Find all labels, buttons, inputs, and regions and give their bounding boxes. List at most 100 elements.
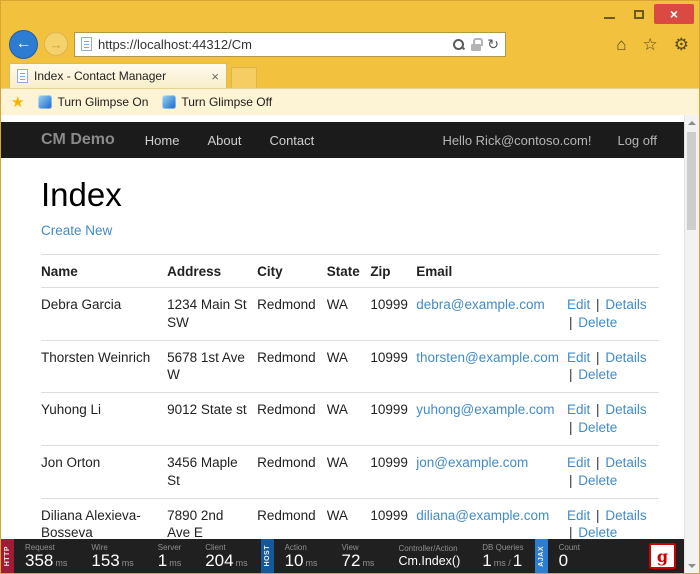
cell-email: debra@example.com [416, 288, 567, 341]
main-content: Index Create New Name Address City State… [1, 176, 699, 551]
minimize-icon [604, 17, 615, 19]
cell-state: WA [327, 393, 371, 446]
lock-icon [471, 38, 481, 51]
refresh-icon[interactable]: ↻ [487, 37, 499, 51]
browser-tab[interactable]: Index - Contact Manager × [9, 63, 227, 88]
new-tab-button[interactable] [231, 67, 257, 88]
glimpse-metric-server: Server 1ms [147, 539, 194, 573]
glimpse-host-tab[interactable]: HOST [261, 539, 274, 573]
close-icon: × [670, 6, 678, 22]
favorite-turn-glimpse-off[interactable]: Turn Glimpse Off [162, 95, 272, 109]
favorite-turn-glimpse-on[interactable]: Turn Glimpse On [38, 95, 148, 109]
scrollbar-down-arrow[interactable] [685, 558, 699, 573]
nav-link-about[interactable]: About [207, 133, 241, 148]
action-separator: | [569, 367, 573, 382]
nav-link-home[interactable]: Home [145, 133, 180, 148]
edit-link[interactable]: Edit [567, 350, 590, 365]
metric-value: 72 [342, 551, 361, 570]
details-link[interactable]: Details [605, 297, 646, 312]
email-link[interactable]: jon@example.com [416, 455, 528, 470]
metric-value: 358 [25, 551, 53, 570]
contacts-table: Name Address City State Zip Email Debra … [41, 254, 659, 551]
cell-city: Redmond [257, 393, 327, 446]
create-new-link[interactable]: Create New [41, 223, 112, 238]
row-actions: Edit | Details | Delete [567, 445, 659, 498]
glimpse-spacer [591, 539, 649, 573]
glimpse-http-tab[interactable]: HTTP [1, 539, 14, 573]
cell-city: Redmond [257, 288, 327, 341]
cell-name: Debra Garcia [41, 288, 167, 341]
glimpse-metric-wire: Wire 153ms [80, 539, 146, 573]
glimpse-bookmarklet-icon [38, 95, 52, 109]
email-link[interactable]: yuhong@example.com [416, 402, 554, 417]
vertical-scrollbar[interactable] [684, 115, 699, 573]
glimpse-bookmarklet-icon [162, 95, 176, 109]
cell-name: Thorsten Weinrich [41, 340, 167, 393]
forward-button[interactable]: → [44, 32, 68, 56]
glimpse-logo-button[interactable]: g [649, 543, 676, 569]
favorites-icon[interactable]: ☆ [643, 36, 658, 53]
brand-link[interactable]: CM Demo [41, 131, 115, 149]
add-favorite-star-icon[interactable]: ★ [11, 95, 24, 110]
minimize-button[interactable] [596, 4, 623, 24]
row-actions: Edit | Details | Delete [567, 340, 659, 393]
metric-unit: ms [236, 558, 248, 568]
email-link[interactable]: debra@example.com [416, 297, 545, 312]
url-field[interactable]: https://localhost:44312/Cm ↻ [74, 32, 506, 57]
home-icon[interactable]: ⌂ [616, 36, 626, 53]
glimpse-ajax-tab[interactable]: AJAX [535, 539, 548, 573]
glimpse-metric-view: View 72ms [331, 539, 388, 573]
account-greeting-link[interactable]: Hello Rick@contoso.com! [442, 133, 591, 148]
action-separator: | [569, 315, 573, 330]
scrollbar-up-arrow[interactable] [685, 115, 699, 130]
action-separator: | [596, 455, 600, 470]
glimpse-metric-client: Client 204ms [194, 539, 260, 573]
table-row: Yuhong Li 9012 State st Redmond WA 10999… [41, 393, 659, 446]
header-actions [567, 255, 659, 288]
page-icon [81, 37, 92, 51]
glimpse-metric-action: Action 10ms [274, 539, 331, 573]
back-button[interactable]: ← [9, 30, 38, 59]
maximize-button[interactable] [625, 4, 652, 24]
delete-link[interactable]: Delete [578, 315, 617, 330]
nav-link-contact[interactable]: Contact [269, 133, 314, 148]
tab-title: Index - Contact Manager [34, 69, 205, 83]
details-link[interactable]: Details [605, 455, 646, 470]
nav-account-area: Hello Rick@contoso.com! Log off [442, 133, 657, 148]
cell-state: WA [327, 445, 371, 498]
email-link[interactable]: thorsten@example.com [416, 350, 559, 365]
edit-link[interactable]: Edit [567, 455, 590, 470]
forward-icon: → [50, 37, 63, 52]
glimpse-logo-icon: g [657, 547, 668, 566]
search-icon[interactable] [452, 38, 465, 51]
address-bar: ← → https://localhost:44312/Cm ↻ ⌂ ☆ ⚙ [1, 27, 699, 61]
metric-unit: ms [55, 558, 67, 568]
row-actions: Edit | Details | Delete [567, 393, 659, 446]
tab-close-icon[interactable]: × [211, 69, 219, 84]
logoff-link[interactable]: Log off [617, 133, 657, 148]
email-link[interactable]: diliana@example.com [416, 508, 549, 523]
edit-link[interactable]: Edit [567, 297, 590, 312]
gear-icon[interactable]: ⚙ [674, 36, 689, 53]
edit-link[interactable]: Edit [567, 508, 590, 523]
delete-link[interactable]: Delete [578, 420, 617, 435]
cell-zip: 10999 [370, 445, 416, 498]
favorite-label: Turn Glimpse On [57, 95, 148, 109]
edit-link[interactable]: Edit [567, 402, 590, 417]
details-link[interactable]: Details [605, 508, 646, 523]
delete-link[interactable]: Delete [578, 367, 617, 382]
details-link[interactable]: Details [605, 350, 646, 365]
details-link[interactable]: Details [605, 402, 646, 417]
metric-label: Controller/Action [398, 544, 460, 553]
cell-name: Yuhong Li [41, 393, 167, 446]
url-text[interactable]: https://localhost:44312/Cm [98, 37, 446, 52]
table-row: Thorsten Weinrich 5678 1st Ave W Redmond… [41, 340, 659, 393]
glimpse-host-label: HOST [264, 545, 271, 566]
browser-window: × ← → https://localhost:44312/Cm ↻ ⌂ ☆ ⚙… [0, 0, 700, 574]
delete-link[interactable]: Delete [578, 473, 617, 488]
metric-value: 1 [482, 551, 491, 570]
glimpse-ajax-label: AJAX [538, 546, 545, 567]
cell-state: WA [327, 288, 371, 341]
scrollbar-thumb[interactable] [687, 132, 696, 230]
close-button[interactable]: × [654, 4, 694, 24]
